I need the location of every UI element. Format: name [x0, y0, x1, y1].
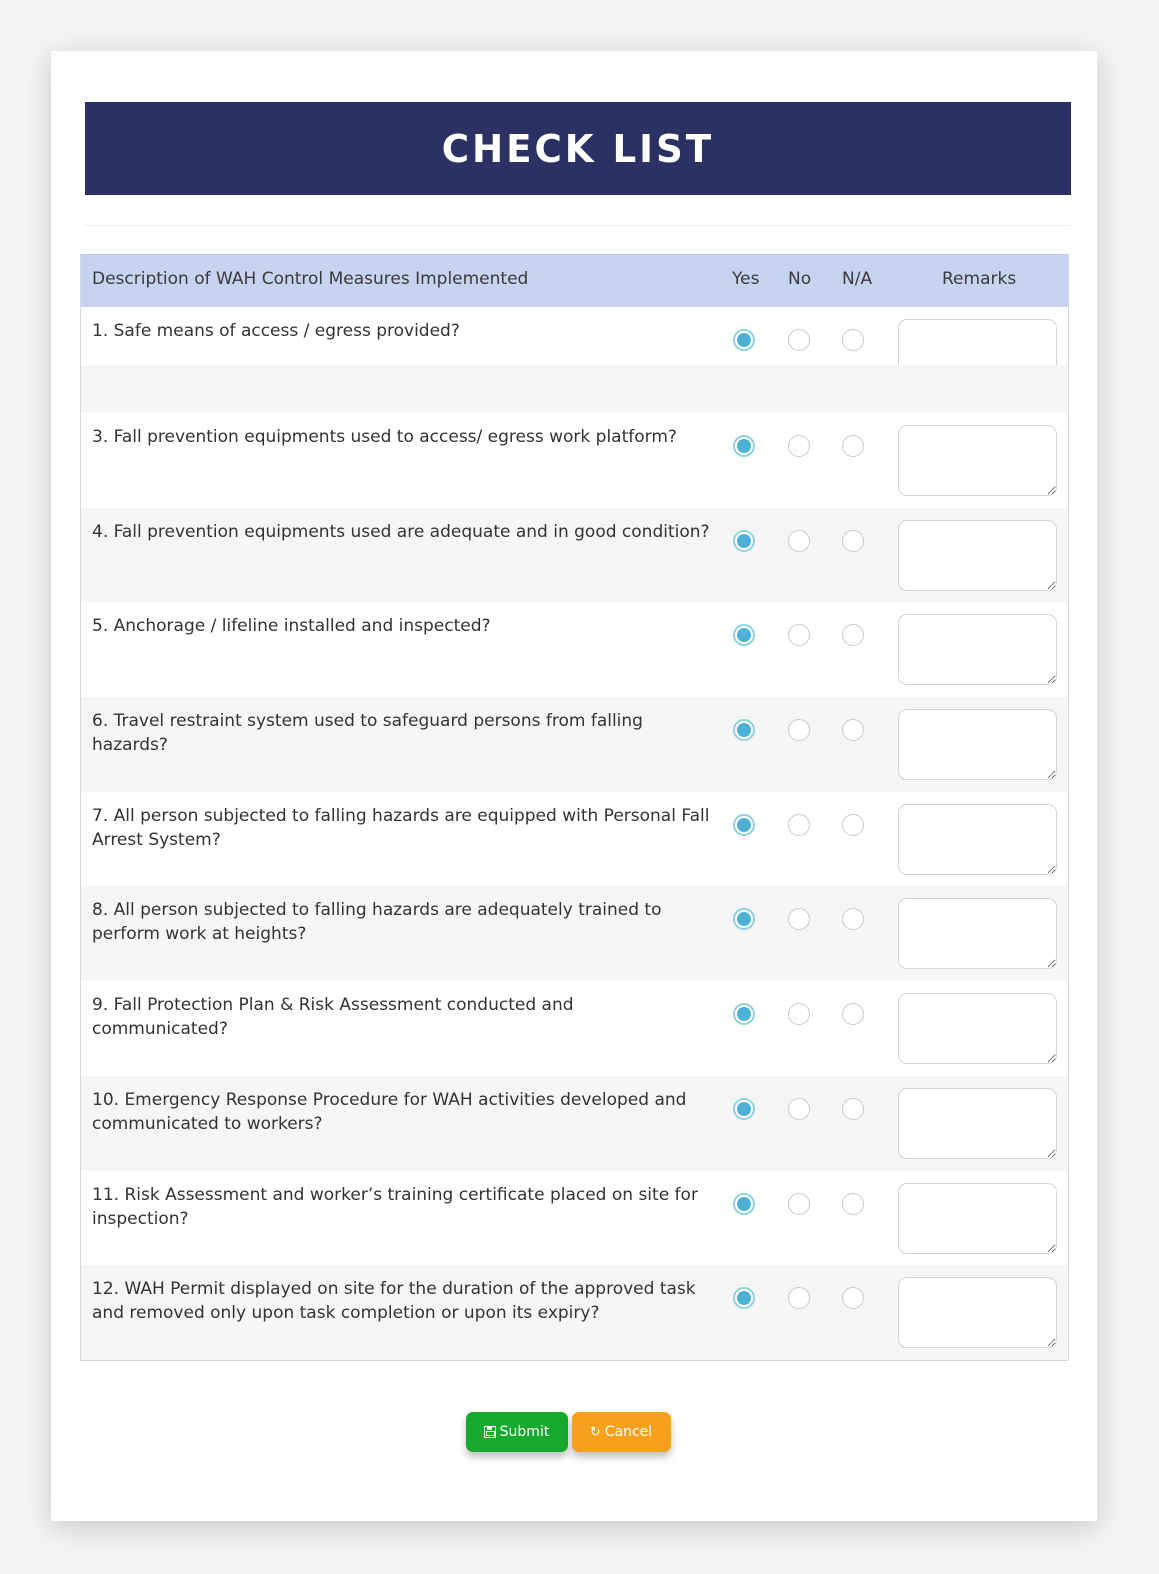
- checklist-card: CHECK LIST Description of WAH Control Me…: [51, 51, 1097, 1521]
- question-text: 6. Travel restraint system used to safeg…: [92, 711, 643, 756]
- remarks-textarea[interactable]: [898, 519, 1057, 591]
- header-description: Description of WAH Control Measures Impl…: [92, 269, 529, 289]
- page-title: CHECK LIST: [441, 126, 715, 171]
- remarks-textarea[interactable]: [898, 614, 1057, 686]
- question-text: 3. Fall prevention equipments used to ac…: [92, 427, 677, 447]
- question-text: 1. Safe means of access / egress provide…: [92, 321, 460, 341]
- question-text: 9. Fall Protection Plan & Risk Assessmen…: [92, 995, 574, 1040]
- radio-no[interactable]: [788, 908, 810, 931]
- radio-no[interactable]: [788, 1287, 810, 1310]
- radio-no[interactable]: [788, 813, 810, 836]
- table-row: 5. Anchorage / lifeline installed and in…: [81, 602, 1068, 698]
- radio-na[interactable]: [842, 624, 864, 647]
- floppy-disk-icon: [483, 1426, 496, 1438]
- remarks-textarea[interactable]: [898, 1087, 1057, 1159]
- radio-no[interactable]: [788, 529, 810, 552]
- radio-yes[interactable]: [733, 624, 755, 647]
- title-bar: CHECK LIST: [85, 102, 1071, 195]
- table-row: 6. Travel restraint system used to safeg…: [81, 697, 1068, 792]
- header-remarks: Remarks: [942, 269, 1017, 289]
- radio-no[interactable]: [788, 1192, 810, 1215]
- radio-yes[interactable]: [733, 1003, 755, 1026]
- checklist-table: Description of WAH Control Measures Impl…: [80, 254, 1069, 1361]
- remarks-textarea[interactable]: [898, 709, 1057, 781]
- question-text: 4. Fall prevention equipments used are a…: [92, 521, 710, 542]
- radio-no[interactable]: [788, 1003, 810, 1026]
- form-actions: Submit ↻ Cancel: [51, 1412, 1097, 1452]
- table-row-spacer: [81, 365, 1068, 413]
- question-text: 10. Emergency Response Procedure for WAH…: [92, 1089, 687, 1134]
- radio-na[interactable]: [842, 435, 864, 457]
- radio-yes[interactable]: [733, 813, 755, 836]
- question-text: 7. All person subjected to falling hazar…: [92, 805, 710, 850]
- radio-yes[interactable]: [733, 435, 755, 457]
- table-row: 11. Risk Assessment and worker’s trainin…: [81, 1170, 1068, 1266]
- radio-yes[interactable]: [733, 1097, 755, 1120]
- radio-yes[interactable]: [733, 719, 755, 742]
- radio-na[interactable]: [842, 1192, 864, 1215]
- table-body: 1. Safe means of access / egress provide…: [81, 307, 1068, 1360]
- cancel-label: Cancel: [604, 1424, 653, 1440]
- submit-label: Submit: [499, 1424, 550, 1440]
- remarks-textarea[interactable]: [898, 425, 1057, 496]
- question-text: 12. WAH Permit displayed on site for the…: [92, 1279, 696, 1324]
- radio-yes[interactable]: [733, 1192, 755, 1215]
- radio-no[interactable]: [788, 329, 810, 351]
- table-row: 4. Fall prevention equipments used are a…: [81, 507, 1068, 603]
- radio-no[interactable]: [788, 624, 810, 647]
- radio-no[interactable]: [788, 1097, 810, 1120]
- radio-no[interactable]: [788, 719, 810, 742]
- header-na: N/A: [842, 269, 873, 289]
- table-row: 10. Emergency Response Procedure for WAH…: [81, 1075, 1068, 1171]
- radio-yes[interactable]: [733, 1287, 755, 1310]
- radio-no[interactable]: [788, 435, 810, 457]
- radio-na[interactable]: [842, 1097, 864, 1120]
- submit-button[interactable]: Submit: [465, 1412, 568, 1452]
- radio-na[interactable]: [842, 813, 864, 836]
- table-row: 12. WAH Permit displayed on site for the…: [81, 1265, 1068, 1360]
- radio-na[interactable]: [842, 1003, 864, 1026]
- remarks-textarea[interactable]: [898, 993, 1057, 1065]
- cancel-button[interactable]: ↻ Cancel: [571, 1412, 671, 1452]
- table-row: 8. All person subjected to falling hazar…: [81, 886, 1068, 982]
- question-text: 11. Risk Assessment and worker’s trainin…: [92, 1184, 698, 1229]
- table-row: 3. Fall prevention equipments used to ac…: [81, 413, 1068, 508]
- remarks-textarea[interactable]: [898, 1182, 1057, 1254]
- remarks-textarea[interactable]: [898, 898, 1057, 970]
- table-header: Description of WAH Control Measures Impl…: [81, 254, 1068, 307]
- table-row: 9. Fall Protection Plan & Risk Assessmen…: [81, 981, 1068, 1076]
- remarks-textarea[interactable]: [898, 803, 1057, 875]
- question-text: 5. Anchorage / lifeline installed and in…: [92, 616, 491, 637]
- refresh-icon: ↻: [589, 1424, 601, 1440]
- table-row: 7. All person subjected to falling hazar…: [81, 791, 1068, 887]
- header-yes: Yes: [732, 269, 760, 289]
- radio-yes[interactable]: [733, 529, 755, 552]
- radio-na[interactable]: [842, 529, 864, 552]
- remarks-textarea[interactable]: [898, 1277, 1057, 1349]
- radio-yes[interactable]: [733, 908, 755, 931]
- divider: [85, 225, 1071, 226]
- table-row: 1. Safe means of access / egress provide…: [81, 307, 1068, 401]
- radio-yes[interactable]: [733, 329, 755, 351]
- radio-na[interactable]: [842, 908, 864, 931]
- header-no: No: [788, 269, 812, 289]
- radio-na[interactable]: [842, 329, 864, 351]
- radio-na[interactable]: [842, 719, 864, 742]
- radio-na[interactable]: [842, 1287, 864, 1310]
- question-text: 8. All person subjected to falling hazar…: [92, 900, 662, 945]
